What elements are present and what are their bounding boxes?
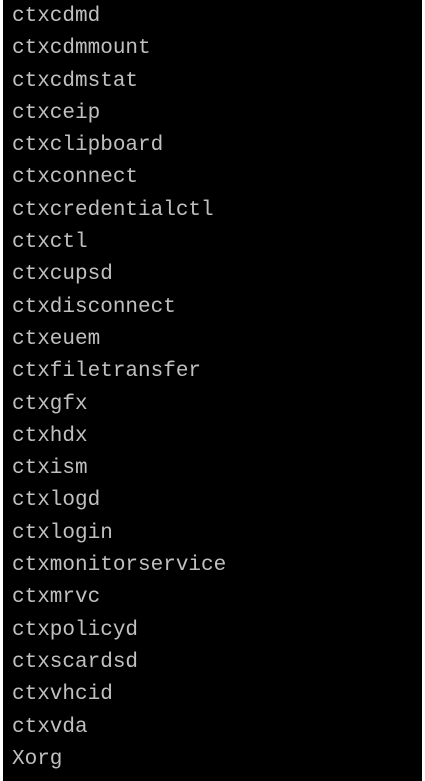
- terminal-line: ctxcredentialctl: [12, 198, 214, 222]
- terminal-line: ctxlogin: [12, 521, 113, 545]
- terminal-output: ctxcdmd ctxcdmmount ctxcdmstat ctxceip c…: [12, 2, 226, 777]
- terminal-line: ctxmonitorservice: [12, 554, 227, 578]
- terminal-line: ctxscardsd: [12, 650, 139, 674]
- terminal-line: ctxceip: [12, 101, 101, 125]
- terminal-line: ctxhdx: [12, 424, 88, 448]
- terminal-line: ctxeuem: [12, 327, 101, 351]
- terminal-line: Xorg: [12, 747, 63, 771]
- terminal-line: ctxcupsd: [12, 263, 113, 287]
- terminal-line: ctxcdmmount: [12, 37, 151, 61]
- terminal-line: ctxcdmstat: [12, 69, 139, 93]
- terminal-line: ctxism: [12, 457, 88, 481]
- terminal-line: ctxgfx: [12, 392, 88, 416]
- terminal-line: ctxfiletransfer: [12, 360, 202, 384]
- terminal-line: ctxmrvc: [12, 586, 101, 610]
- terminal-line: ctxvda: [12, 715, 88, 739]
- terminal-line: ctxclipboard: [12, 134, 164, 158]
- terminal-window[interactable]: ctxcdmd ctxcdmmount ctxcdmstat ctxceip c…: [3, 0, 422, 781]
- terminal-line: ctxdisconnect: [12, 295, 176, 319]
- terminal-line: ctxvhcid: [12, 683, 113, 707]
- terminal-line: ctxpolicyd: [12, 618, 139, 642]
- terminal-line: ctxctl: [12, 231, 88, 255]
- terminal-line: ctxlogd: [12, 489, 101, 513]
- terminal-line: ctxconnect: [12, 166, 139, 190]
- terminal-line: ctxcdmd: [12, 5, 101, 28]
